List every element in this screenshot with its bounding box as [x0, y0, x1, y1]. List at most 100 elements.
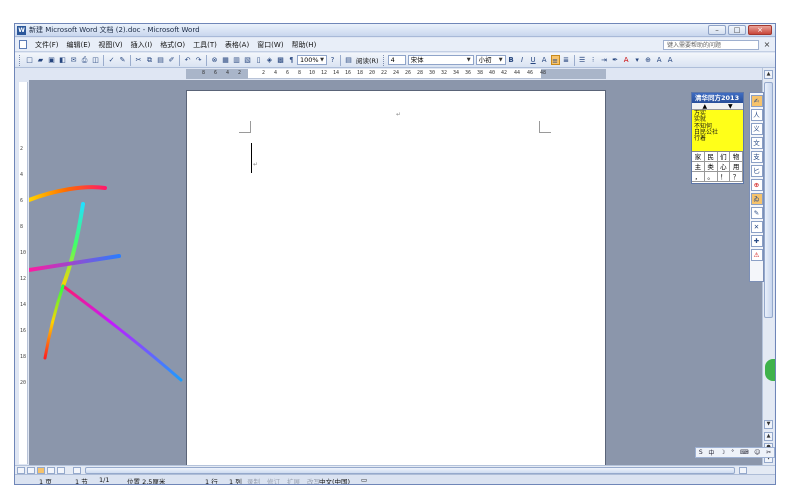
document-icon[interactable]: [19, 40, 27, 49]
toolbar-grip[interactable]: [19, 54, 22, 66]
zoom-select[interactable]: 100% ▼: [297, 55, 327, 65]
menu-edit[interactable]: 编辑(E): [63, 40, 95, 50]
ime-prev-icon[interactable]: ▲: [702, 103, 707, 110]
align-left-icon[interactable]: ≡: [550, 55, 560, 65]
document-map-icon[interactable]: ▩: [276, 55, 285, 65]
email-icon[interactable]: ✉: [69, 55, 78, 65]
ime-candidate[interactable]: 行着: [694, 135, 741, 142]
chevron-down-icon[interactable]: ▾: [633, 55, 642, 65]
menu-insert[interactable]: 插入(I): [127, 40, 157, 50]
close-button[interactable]: ×: [748, 25, 772, 35]
ime-tray-punct-icon[interactable]: °: [731, 449, 734, 456]
ime-tray-chinese-icon[interactable]: 中: [708, 448, 714, 457]
ime-next-icon[interactable]: ▼: [728, 103, 733, 110]
vertical-ruler[interactable]: 2 4 6 8 10 12 14 16 18 20: [19, 82, 28, 464]
horizontal-ruler[interactable]: 8 6 4 2 2 4 6 8 10 12 14 16 18 20 22 24 …: [186, 69, 606, 79]
ime-quick-char[interactable]: ，: [692, 172, 705, 182]
ime-quick-char[interactable]: 用: [730, 162, 743, 172]
ime-side-button[interactable]: 匕: [750, 165, 763, 177]
print-view-icon[interactable]: [37, 467, 45, 474]
open-folder-icon[interactable]: ▰: [36, 55, 45, 65]
highlight-icon[interactable]: ✒: [611, 55, 620, 65]
new-document-icon[interactable]: □: [25, 55, 34, 65]
read-mode-button[interactable]: 阅读(R): [354, 55, 381, 65]
ime-quick-char[interactable]: 物: [730, 152, 743, 162]
insert-table-icon[interactable]: ▥: [232, 55, 241, 65]
menu-format[interactable]: 格式(O): [156, 40, 189, 50]
italic-button[interactable]: I: [518, 55, 527, 65]
horizontal-scroll-thumb[interactable]: [85, 467, 735, 474]
paste-icon[interactable]: ▤: [156, 55, 165, 65]
ime-side-button[interactable]: 文: [750, 137, 763, 149]
scroll-left-icon[interactable]: [73, 467, 81, 474]
scroll-up-icon[interactable]: ▲: [764, 70, 773, 79]
float-widget-icon[interactable]: [765, 359, 775, 381]
status-track[interactable]: 修订: [267, 476, 280, 484]
status-record[interactable]: 录制: [247, 476, 260, 484]
shrink-font-icon[interactable]: A: [666, 55, 675, 65]
horizontal-scrollbar[interactable]: [15, 465, 775, 474]
web-view-icon[interactable]: [27, 467, 35, 474]
close-document-icon[interactable]: ×: [762, 40, 772, 49]
status-extend[interactable]: 扩展: [287, 476, 300, 484]
redo-icon[interactable]: ↷: [194, 55, 203, 65]
permission-icon[interactable]: ◧: [58, 55, 67, 65]
underline-button[interactable]: U: [529, 55, 538, 65]
toolbar-grip[interactable]: [382, 54, 386, 66]
menu-table[interactable]: 表格(A): [221, 40, 253, 50]
char-border-button[interactable]: A: [540, 55, 549, 65]
ime-warning-icon[interactable]: ⚠: [750, 249, 763, 261]
ime-quick-char[interactable]: 心: [717, 162, 731, 172]
ime-tray-face-icon[interactable]: ☺: [754, 449, 760, 456]
ime-tray-keyboard-icon[interactable]: ⌨: [740, 449, 749, 456]
ime-candidate-window[interactable]: 清华同方2013 ▲ ▼ 万实 实就 不知何 日民公社 行着 家 民 们 物 主…: [691, 92, 744, 184]
menu-tools[interactable]: 工具(T): [189, 40, 221, 50]
outline-view-icon[interactable]: [47, 467, 55, 474]
font-select[interactable]: 宋体 ▼: [407, 55, 474, 65]
show-hide-icon[interactable]: ¶: [287, 55, 296, 65]
read-mode-icon[interactable]: ▤: [344, 55, 353, 65]
ime-tray-moon-icon[interactable]: ☽: [720, 449, 725, 456]
ime-keyboard-icon[interactable]: ゐ: [750, 193, 763, 205]
ime-logo-icon[interactable]: ✍: [750, 95, 763, 107]
cut-icon[interactable]: ✂: [134, 55, 143, 65]
font-color-icon[interactable]: A: [622, 55, 631, 65]
document-page[interactable]: ↵ ↵: [186, 90, 606, 465]
document-workspace[interactable]: ↵ ↵: [29, 80, 762, 465]
print-preview-icon[interactable]: ◫: [91, 55, 100, 65]
scroll-down-icon[interactable]: ▼: [764, 420, 773, 429]
ime-quick-char[interactable]: 民: [704, 152, 718, 162]
ime-target-icon[interactable]: ⊕: [750, 179, 763, 191]
numbering-icon[interactable]: ☰: [578, 55, 587, 65]
menu-view[interactable]: 视图(V): [94, 40, 126, 50]
vertical-scroll-thumb[interactable]: [764, 82, 773, 318]
ime-quick-char[interactable]: 们: [717, 152, 731, 162]
bold-button[interactable]: B: [507, 55, 516, 65]
font-size-select[interactable]: 小初 ▼: [475, 55, 506, 65]
reading-view-icon[interactable]: [57, 467, 65, 474]
undo-icon[interactable]: ↶: [183, 55, 192, 65]
print-icon[interactable]: ⎙: [80, 55, 89, 65]
scroll-right-icon[interactable]: [739, 467, 747, 474]
ime-quick-char[interactable]: 类: [704, 162, 718, 172]
align-justify-icon[interactable]: ≣: [562, 55, 571, 65]
columns-icon[interactable]: ▯: [254, 55, 263, 65]
ime-quick-char[interactable]: ！: [717, 172, 731, 182]
menu-file[interactable]: 文件(F): [31, 40, 63, 50]
indent-icon[interactable]: ⇥: [600, 55, 609, 65]
ime-tray-tools-icon[interactable]: ✂: [766, 449, 771, 456]
tables-borders-icon[interactable]: ▦: [221, 55, 230, 65]
spelling-status-icon[interactable]: ▭: [361, 476, 367, 484]
drawing-icon[interactable]: ◈: [265, 55, 274, 65]
maximize-button[interactable]: □: [728, 25, 746, 35]
ime-quick-char[interactable]: 家: [692, 152, 705, 162]
style-select[interactable]: 4: [387, 55, 406, 65]
ime-clear-icon[interactable]: ✕: [750, 221, 763, 233]
menu-window[interactable]: 窗口(W): [253, 40, 287, 50]
ime-quick-char[interactable]: ？: [730, 172, 743, 182]
menu-help[interactable]: 帮助(H): [288, 40, 321, 50]
ime-add-icon[interactable]: ✚: [750, 235, 763, 247]
minimize-button[interactable]: –: [708, 25, 726, 35]
save-icon[interactable]: ▣: [47, 55, 56, 65]
help-icon[interactable]: ?: [328, 55, 337, 65]
